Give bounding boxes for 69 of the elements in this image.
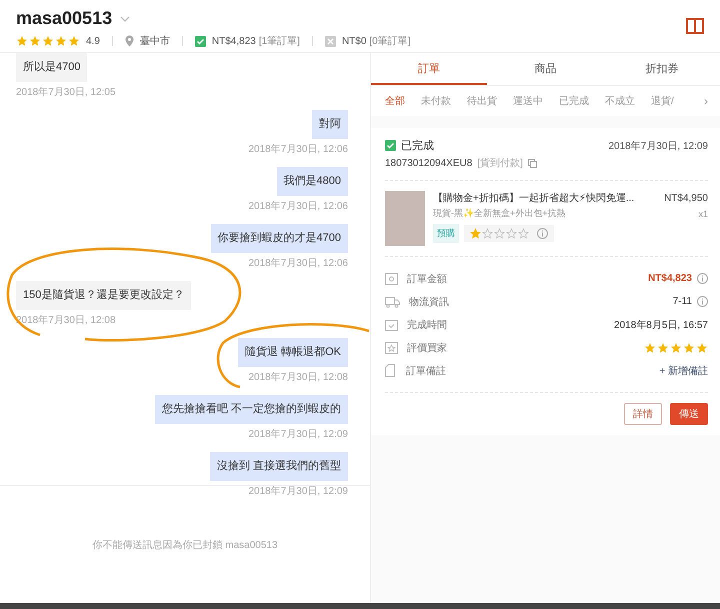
order-filter-tab[interactable]: 未付款 <box>413 94 459 108</box>
product-quantity: x1 <box>698 208 708 218</box>
detail-label: 評價買家 <box>407 342 447 354</box>
star-box-icon <box>385 342 398 354</box>
panel-tab[interactable]: 折扣券 <box>604 53 720 85</box>
order-filter-tab[interactable]: 全部 <box>377 94 413 108</box>
product-title[interactable]: 【購物金+折扣碼】一起折省超大⚡快閃免運... <box>433 191 634 205</box>
sent-message: 我們是4800 <box>276 167 348 196</box>
unpaid-order-count: [0筆訂單] <box>369 34 411 48</box>
sent-message: 你要搶到蝦皮的才是4700 <box>210 224 348 253</box>
photo-placeholder <box>385 191 425 246</box>
order-filter-tab[interactable]: 不成立 <box>597 94 643 108</box>
wallet-icon <box>385 272 398 284</box>
payment-method: [貨到付款] <box>477 157 523 170</box>
copy-icon[interactable] <box>528 158 537 168</box>
location-pin-icon <box>124 35 134 47</box>
add-note-link[interactable]: + 新增備註 <box>659 364 708 378</box>
cancel-box-icon <box>324 36 336 46</box>
unpaid-amount: NT$0 <box>342 36 366 46</box>
detail-label: 完成時間 <box>407 318 447 332</box>
location-text: 臺中市 <box>140 34 170 48</box>
sent-message: 沒搶到 直接選我們的舊型 <box>210 452 348 481</box>
message-time: 2018年7月30日, 12:06 <box>248 200 348 213</box>
panel-toggle-icon[interactable] <box>686 18 704 34</box>
product-variant: 現貨-黑✨全新無盒+外出包+抗熱 <box>433 207 566 220</box>
blocked-notice: 你不能傳送訊息因為你已封鎖 masa00513 <box>92 538 278 552</box>
rating-value: 4.9 <box>86 36 100 46</box>
received-message: 150是隨貨退？還是要更改設定？ <box>16 281 192 310</box>
detail-label: 訂單金額 <box>407 272 447 286</box>
username: masa00513 <box>16 8 112 29</box>
order-status: 已完成 <box>401 138 434 153</box>
calendar-icon <box>385 318 398 330</box>
detail-label: 訂單備註 <box>406 364 446 378</box>
message-time: 2018年7月30日, 12:09 <box>248 428 348 441</box>
checkbox-icon <box>385 140 396 151</box>
message-time: 2018年7月30日, 12:06 <box>248 143 348 156</box>
checkbox-icon <box>194 36 206 46</box>
received-message: 所以是4700 <box>16 53 88 82</box>
sent-message: 隨貨退 轉帳退都OK <box>238 338 348 367</box>
preorder-tag: 預購 <box>433 224 459 243</box>
note-icon <box>385 364 397 377</box>
info-icon[interactable] <box>697 273 708 284</box>
info-icon[interactable] <box>697 296 708 307</box>
completion-time: 2018年8月5日, 16:57 <box>614 318 708 332</box>
paid-order-count: [1筆訂單] <box>258 34 300 48</box>
order-time: 2018年7月30日, 12:09 <box>608 140 708 152</box>
product-price: NT$4,950 <box>664 192 708 204</box>
message-time: 2018年7月30日, 12:08 <box>248 371 348 384</box>
order-filter-tab[interactable]: 已完成 <box>551 94 597 108</box>
order-filter-tab[interactable]: 待出貨 <box>459 94 505 108</box>
order-filter-tab[interactable]: 退貨/ <box>643 94 682 108</box>
panel-tab[interactable]: 商品 <box>487 53 604 85</box>
message-time: 2018年7月30日, 12:05 <box>16 86 116 99</box>
message-time: 2018年7月30日, 12:06 <box>248 257 348 270</box>
order-filter-tab[interactable]: 運送中 <box>505 94 551 108</box>
caret-icon[interactable] <box>120 16 130 22</box>
scroll-right-button[interactable]: › <box>698 93 714 109</box>
details-button[interactable]: 詳情 <box>624 403 662 425</box>
paid-amount: NT$4,823 <box>212 36 256 46</box>
send-button[interactable]: 傳送 <box>670 403 708 425</box>
info-icon[interactable] <box>537 228 548 239</box>
sent-message: 您先搶搶看吧 不一定您搶的到蝦皮的 <box>154 395 348 424</box>
message-time: 2018年7月30日, 12:09 <box>248 485 348 498</box>
order-id: 18073012094XEU8 <box>385 158 472 168</box>
detail-label: 物流資訊 <box>409 296 449 308</box>
shipping-method: 7-11 <box>672 296 692 307</box>
truck-icon <box>385 296 400 308</box>
sent-message: 對阿 <box>312 110 348 139</box>
order-total: NT$4,823 <box>648 273 692 284</box>
